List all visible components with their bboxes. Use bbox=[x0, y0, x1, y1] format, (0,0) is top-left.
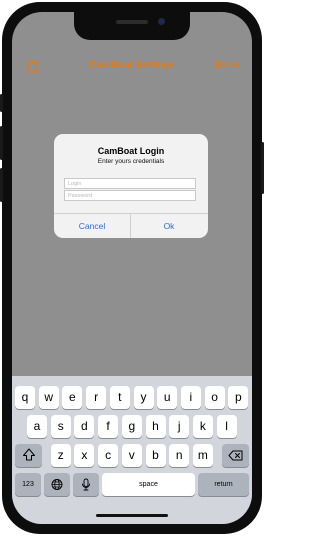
key-s[interactable]: s bbox=[50, 415, 71, 438]
side-button-volume-down bbox=[0, 168, 3, 202]
key-c[interactable]: c bbox=[98, 444, 119, 467]
key-q[interactable]: q bbox=[15, 386, 35, 409]
login-field[interactable]: Login bbox=[64, 178, 196, 189]
key-g[interactable]: g bbox=[121, 415, 142, 438]
key-w[interactable]: w bbox=[38, 386, 59, 409]
key-e[interactable]: e bbox=[62, 386, 83, 409]
front-camera bbox=[158, 18, 165, 25]
keyboard: q w e r t y u i o p a s d f g h j k l z … bbox=[12, 376, 252, 524]
navigation-bar: CamBoat Settings Done bbox=[12, 56, 252, 80]
password-field[interactable]: Password bbox=[64, 190, 196, 201]
key-t[interactable]: t bbox=[109, 386, 130, 409]
return-key[interactable]: return bbox=[198, 473, 249, 496]
side-button-mute bbox=[0, 94, 3, 112]
key-d[interactable]: d bbox=[74, 415, 95, 438]
key-x[interactable]: x bbox=[74, 444, 95, 467]
phone-frame: CamBoat Settings Done CamBoat Login Ente… bbox=[0, 2, 264, 534]
dialog-title: CamBoat Login bbox=[97, 146, 165, 156]
side-button-volume-up bbox=[0, 126, 3, 160]
shift-icon bbox=[15, 444, 42, 467]
key-n[interactable]: n bbox=[169, 444, 190, 467]
globe-key[interactable] bbox=[44, 473, 70, 496]
done-button[interactable]: Done bbox=[215, 60, 240, 71]
globe-icon bbox=[44, 473, 70, 496]
backspace-key[interactable] bbox=[222, 444, 249, 467]
key-l[interactable]: l bbox=[216, 415, 237, 438]
numbers-key[interactable]: 123 bbox=[15, 473, 41, 496]
key-i[interactable]: i bbox=[180, 386, 201, 409]
speaker-grille bbox=[116, 20, 148, 24]
home-indicator[interactable] bbox=[96, 514, 168, 517]
key-r[interactable]: r bbox=[86, 386, 107, 409]
key-b[interactable]: b bbox=[145, 444, 166, 467]
space-key[interactable]: space bbox=[102, 473, 195, 496]
key-k[interactable]: k bbox=[192, 415, 213, 438]
key-v[interactable]: v bbox=[121, 444, 142, 467]
ok-button[interactable]: Ok bbox=[131, 214, 207, 238]
key-o[interactable]: o bbox=[204, 386, 225, 409]
login-alert-dialog: CamBoat Login Enter yours credentials Lo… bbox=[54, 134, 208, 238]
key-h[interactable]: h bbox=[145, 415, 166, 438]
key-m[interactable]: m bbox=[192, 444, 213, 467]
cancel-button[interactable]: Cancel bbox=[54, 214, 130, 238]
key-y[interactable]: y bbox=[133, 386, 154, 409]
backspace-icon bbox=[222, 444, 249, 467]
key-f[interactable]: f bbox=[98, 415, 119, 438]
dialog-message: Enter yours credentials bbox=[97, 158, 165, 165]
key-z[interactable]: z bbox=[50, 444, 71, 467]
side-button-power bbox=[261, 142, 264, 194]
key-a[interactable]: a bbox=[27, 415, 47, 438]
dictation-key[interactable] bbox=[73, 473, 99, 496]
notch bbox=[74, 12, 190, 40]
key-j[interactable]: j bbox=[169, 415, 190, 438]
screen: CamBoat Settings Done CamBoat Login Ente… bbox=[12, 12, 252, 524]
key-u[interactable]: u bbox=[157, 386, 178, 409]
key-p[interactable]: p bbox=[228, 386, 249, 409]
shift-key[interactable] bbox=[15, 444, 42, 467]
microphone-icon bbox=[73, 473, 99, 496]
